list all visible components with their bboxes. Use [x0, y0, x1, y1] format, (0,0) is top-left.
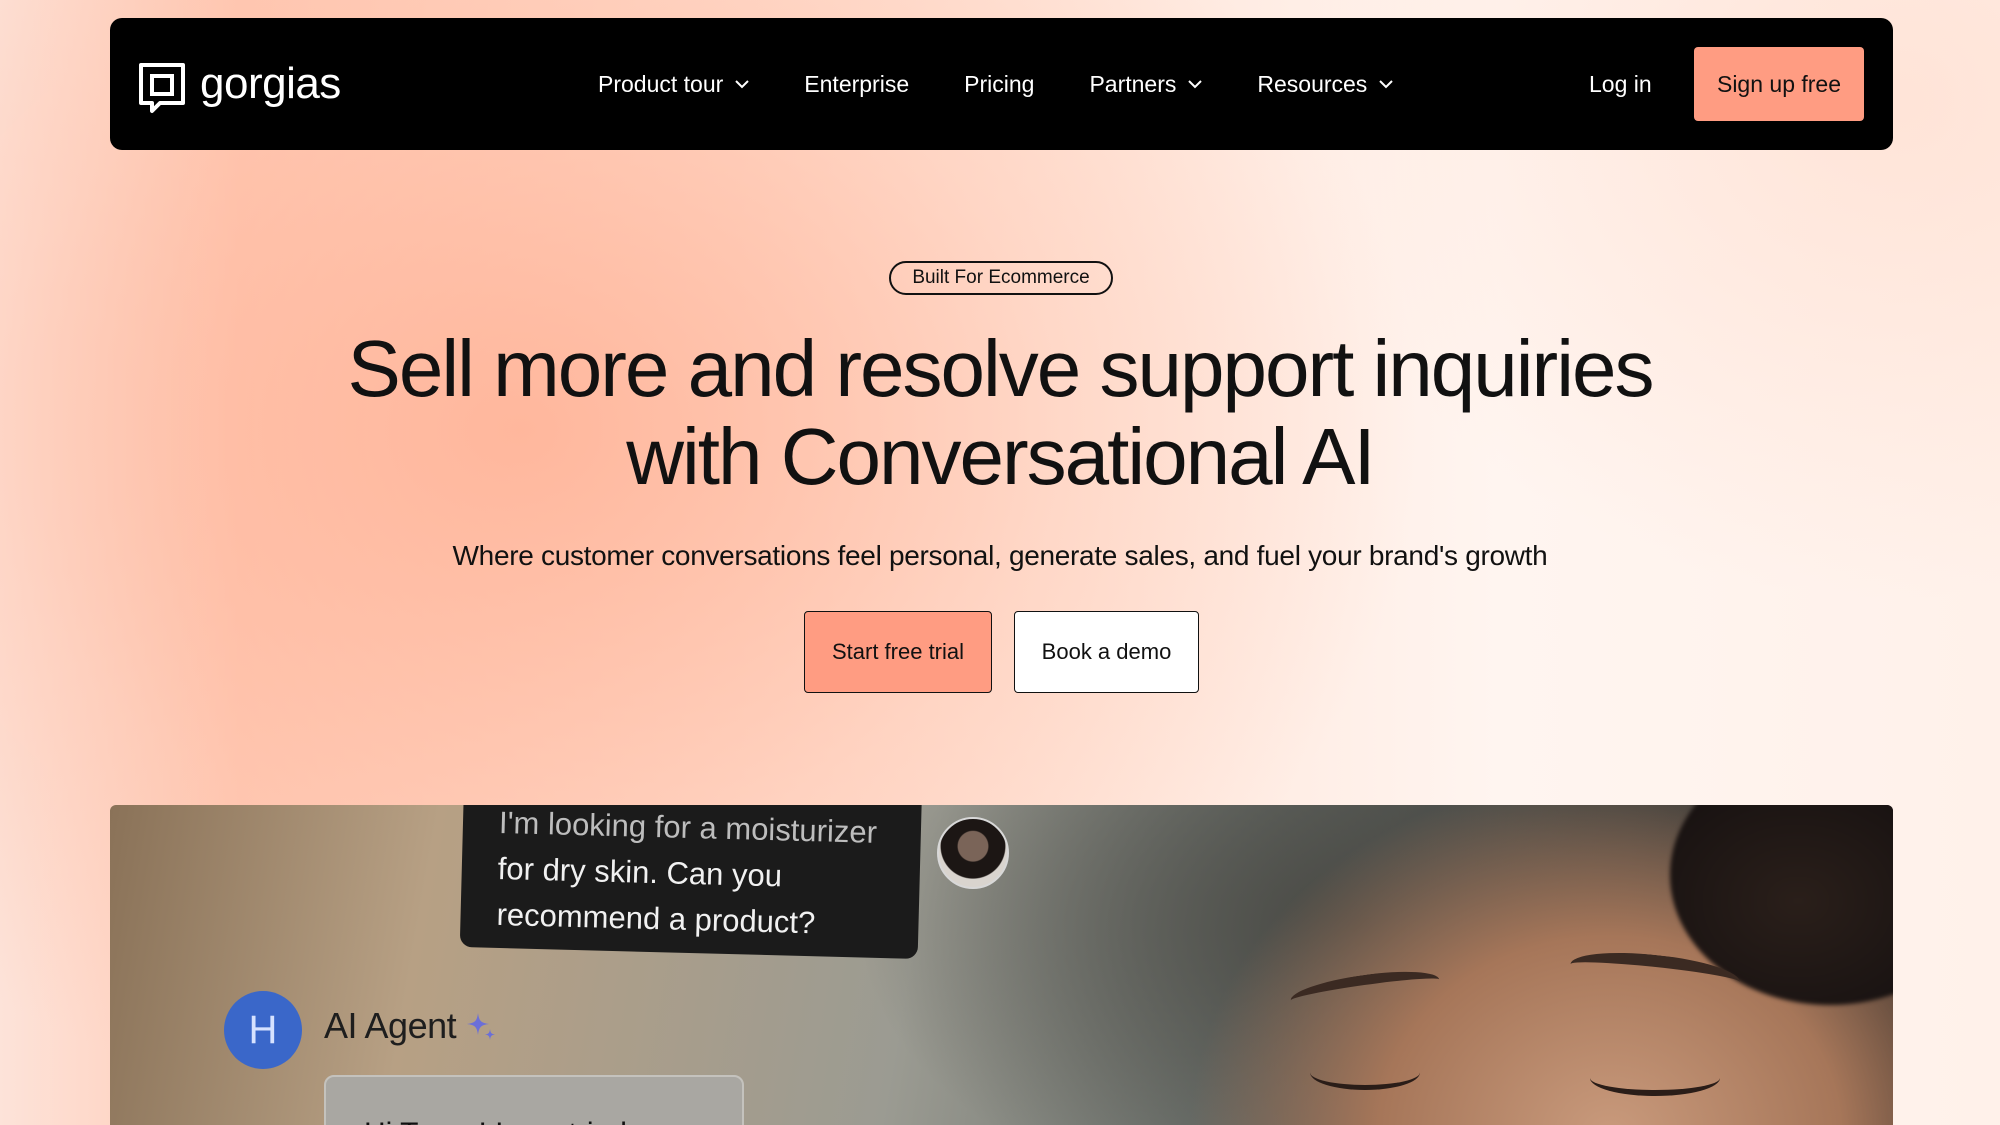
photo-eye: [1590, 1060, 1720, 1096]
hero-video[interactable]: I'm looking for a moisturizer for dry sk…: [110, 805, 1893, 1125]
headline-line-1: Sell more and resolve support inquiries: [347, 324, 1655, 413]
top-navbar: gorgias Product tour Enterprise Pricing …: [110, 18, 1893, 150]
customer-avatar: [937, 817, 1009, 889]
photo-brow: [1288, 964, 1442, 1016]
signup-button[interactable]: Sign up free: [1694, 47, 1864, 121]
nav-item-label: Resources: [1257, 70, 1368, 97]
nav-item-enterprise[interactable]: Enterprise: [804, 71, 909, 98]
nav-item-partners[interactable]: Partners: [1089, 70, 1203, 98]
chevron-down-icon: [1379, 79, 1394, 89]
category-badge: Built For Ecommerce: [889, 261, 1113, 295]
sparkle-icon: [464, 1009, 498, 1043]
hero-headline: Sell more and resolve support inquiries …: [200, 325, 1800, 501]
agent-name: AI Agent: [324, 1005, 457, 1046]
nav-item-product-tour[interactable]: Product tour: [598, 70, 750, 98]
nav-item-resources[interactable]: Resources: [1257, 70, 1394, 98]
nav-item-label: Enterprise: [804, 70, 910, 97]
nav-item-label: Partners: [1089, 70, 1177, 97]
gorgias-logo-icon: [138, 62, 186, 114]
main-menu: Product tour Enterprise Pricing Partners…: [598, 18, 1448, 150]
customer-message-bubble: I'm looking for a moisturizer for dry sk…: [459, 805, 923, 959]
nav-item-label: Product tour: [598, 70, 724, 97]
chevron-down-icon: [1188, 79, 1203, 89]
hero-subheading: Where customer conversations feel person…: [452, 540, 1548, 571]
agent-avatar: H: [224, 991, 302, 1069]
headline-line-2: with Conversational AI: [626, 412, 1376, 501]
chevron-down-icon: [735, 79, 750, 89]
agent-reply-bubble: Hi Tessa! I can tried: [324, 1075, 744, 1125]
logo[interactable]: gorgias: [138, 62, 341, 114]
nav-item-pricing[interactable]: Pricing: [964, 71, 1034, 98]
nav-item-label: Pricing: [964, 70, 1035, 97]
book-demo-button[interactable]: Book a demo: [1014, 611, 1199, 693]
customer-message-line: recommend a product?: [496, 896, 816, 941]
photo-eye: [1310, 1055, 1420, 1090]
agent-name-label: AI Agent: [324, 1005, 498, 1047]
logo-text: gorgias: [200, 59, 341, 108]
login-link[interactable]: Log in: [1589, 18, 1652, 150]
agent-reply-partial: Hi Tessa! I can tried: [364, 1117, 627, 1125]
start-free-trial-button[interactable]: Start free trial: [804, 611, 992, 693]
